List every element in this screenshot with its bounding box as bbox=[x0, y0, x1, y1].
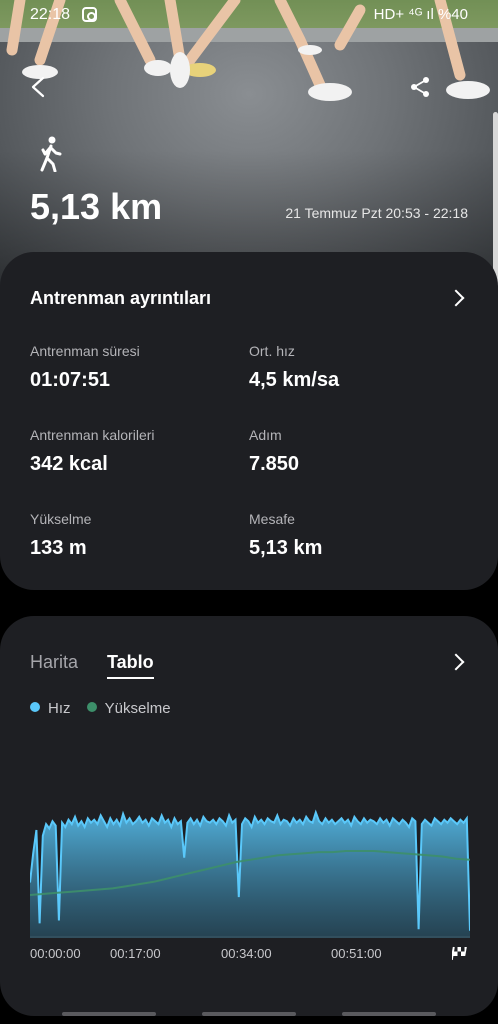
stat-label: Antrenman kalorileri bbox=[30, 427, 155, 443]
details-title: Antrenman ayrıntıları bbox=[30, 288, 212, 308]
total-distance: 5,13 km bbox=[30, 186, 163, 227]
instagram-icon bbox=[82, 7, 97, 22]
status-time: 22:18 bbox=[30, 6, 71, 23]
nav-back[interactable] bbox=[342, 1012, 436, 1016]
legend-label: Hız bbox=[48, 700, 71, 717]
chevron-right-icon[interactable] bbox=[447, 653, 465, 671]
share-icon[interactable] bbox=[410, 76, 430, 98]
x-tick-label: 00:17:00 bbox=[110, 946, 161, 961]
stat-value: 7.850 bbox=[249, 453, 300, 475]
stat-value: 4,5 km/sa bbox=[249, 369, 340, 391]
status-indicators: HD+ ⁴ᴳ ıl %40 bbox=[373, 6, 468, 23]
workout-details-card[interactable]: Antrenman ayrıntıları Antrenman süresi 0… bbox=[0, 252, 498, 590]
chevron-right-icon[interactable] bbox=[447, 289, 465, 307]
stat-label: Ort. hız bbox=[249, 343, 295, 359]
stat-value: 01:07:51 bbox=[30, 369, 111, 391]
x-tick-label: 00:51:00 bbox=[331, 946, 382, 961]
legend-item-speed: Hız bbox=[30, 700, 71, 717]
stat-label: Mesafe bbox=[249, 511, 295, 527]
back-icon[interactable] bbox=[30, 76, 46, 98]
nav-recents[interactable] bbox=[62, 1012, 156, 1016]
stat-calories: Antrenman kalorileri 342 kcal bbox=[30, 427, 155, 476]
speed-elevation-chart[interactable] bbox=[30, 792, 470, 938]
stat-value: 133 m bbox=[30, 537, 87, 559]
stat-avg-speed: Ort. hız 4,5 km/sa bbox=[249, 343, 339, 392]
stat-value: 342 kcal bbox=[30, 453, 108, 475]
stat-steps: Adım 7.850 bbox=[249, 427, 299, 476]
status-bar: 22:18 HD+ ⁴ᴳ ıl %40 bbox=[0, 0, 498, 30]
navigation-bar bbox=[0, 1004, 498, 1024]
stat-duration: Antrenman süresi 01:07:51 bbox=[30, 343, 140, 392]
chart-legend: Hız Yükselme bbox=[30, 700, 183, 717]
stat-label: Yükselme bbox=[30, 511, 92, 527]
legend-label: Yükselme bbox=[104, 700, 171, 717]
stat-value: 5,13 km bbox=[249, 537, 323, 559]
legend-dot bbox=[86, 702, 97, 712]
nav-home[interactable] bbox=[202, 1012, 296, 1016]
stat-elevation: Yükselme 133 m bbox=[30, 511, 91, 560]
legend-dot bbox=[30, 702, 40, 712]
stat-label: Antrenman süresi bbox=[30, 343, 140, 359]
speed-series-area bbox=[30, 812, 470, 938]
legend-item-elevation: Yükselme bbox=[86, 700, 171, 717]
stat-distance: Mesafe 5,13 km bbox=[249, 511, 322, 560]
x-axis-labels: 00:00:00 00:17:00 00:34:00 00:51:00 bbox=[0, 946, 498, 966]
tab-map[interactable]: Harita bbox=[30, 652, 78, 673]
stat-label: Adım bbox=[249, 427, 282, 443]
walking-person-icon bbox=[40, 136, 62, 172]
tab-table[interactable]: Tablo bbox=[107, 652, 154, 679]
workout-datetime: 21 Temmuz Pzt 20:53 - 22:18 bbox=[285, 205, 468, 221]
chart-card: Harita Tablo Hız Yükselme 00:00:00 00:17… bbox=[0, 616, 498, 1016]
x-tick-label: 00:34:00 bbox=[221, 946, 272, 961]
checkered-flag-icon bbox=[452, 946, 467, 960]
x-tick-label: 00:00:00 bbox=[30, 946, 81, 961]
